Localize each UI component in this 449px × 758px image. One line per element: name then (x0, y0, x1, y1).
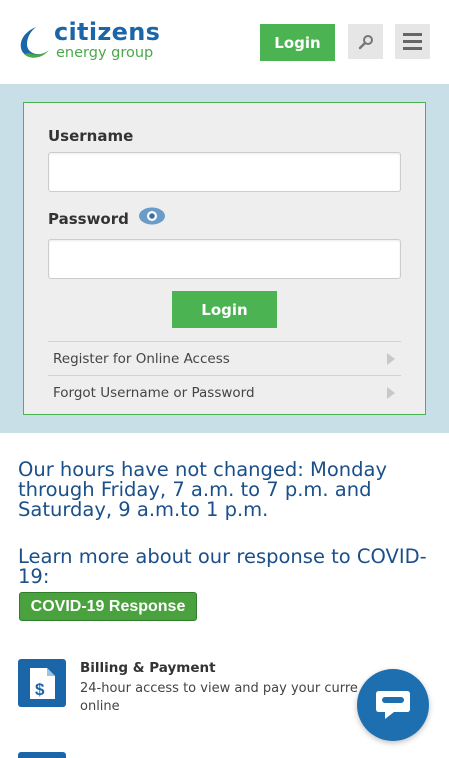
citizens-logo[interactable]: citizens energy group (16, 18, 166, 66)
password-field[interactable] (48, 239, 401, 279)
covid-response-button[interactable]: COVID-19 Response (19, 592, 197, 621)
site-header: citizens energy group Login (0, 0, 449, 84)
forgot-link-label: Forgot Username or Password (53, 384, 255, 401)
logo-swoosh-icon (20, 27, 49, 58)
search-icon (358, 34, 373, 49)
login-section: Username Password Login Register for Onl… (0, 84, 449, 433)
svg-text:$: $ (35, 680, 45, 699)
password-label: Password (48, 210, 129, 228)
username-field[interactable] (48, 152, 401, 192)
logo-name-line2: energy group (56, 45, 154, 61)
register-link-label: Register for Online Access (53, 350, 230, 367)
header-login-button[interactable]: Login (260, 24, 335, 61)
logo-name-line1: citizens (54, 18, 161, 46)
chevron-right-icon (387, 387, 395, 399)
hours-notice: Our hours have not changed: Monday throu… (18, 458, 388, 521)
next-service-icon[interactable] (18, 752, 66, 758)
menu-button[interactable] (395, 24, 430, 59)
chevron-right-icon (387, 353, 395, 365)
login-submit-button[interactable]: Login (172, 291, 277, 328)
billing-description: 24-hour access to view and pay your curr… (80, 681, 358, 714)
login-panel: Username Password Login Register for Onl… (23, 102, 426, 415)
hamburger-menu-icon (403, 33, 422, 36)
chat-bubble-icon (376, 691, 410, 719)
chat-button[interactable] (357, 669, 429, 741)
billing-title[interactable]: Billing & Payment (80, 660, 216, 676)
username-label: Username (48, 127, 134, 145)
register-link[interactable]: Register for Online Access (48, 341, 401, 375)
eye-icon[interactable] (138, 207, 166, 225)
bill-dollar-icon[interactable]: $ (18, 659, 66, 707)
forgot-credentials-link[interactable]: Forgot Username or Password (48, 375, 401, 409)
covid-notice: Learn more about our response to COVID-1… (18, 545, 427, 588)
search-button[interactable] (348, 24, 383, 59)
